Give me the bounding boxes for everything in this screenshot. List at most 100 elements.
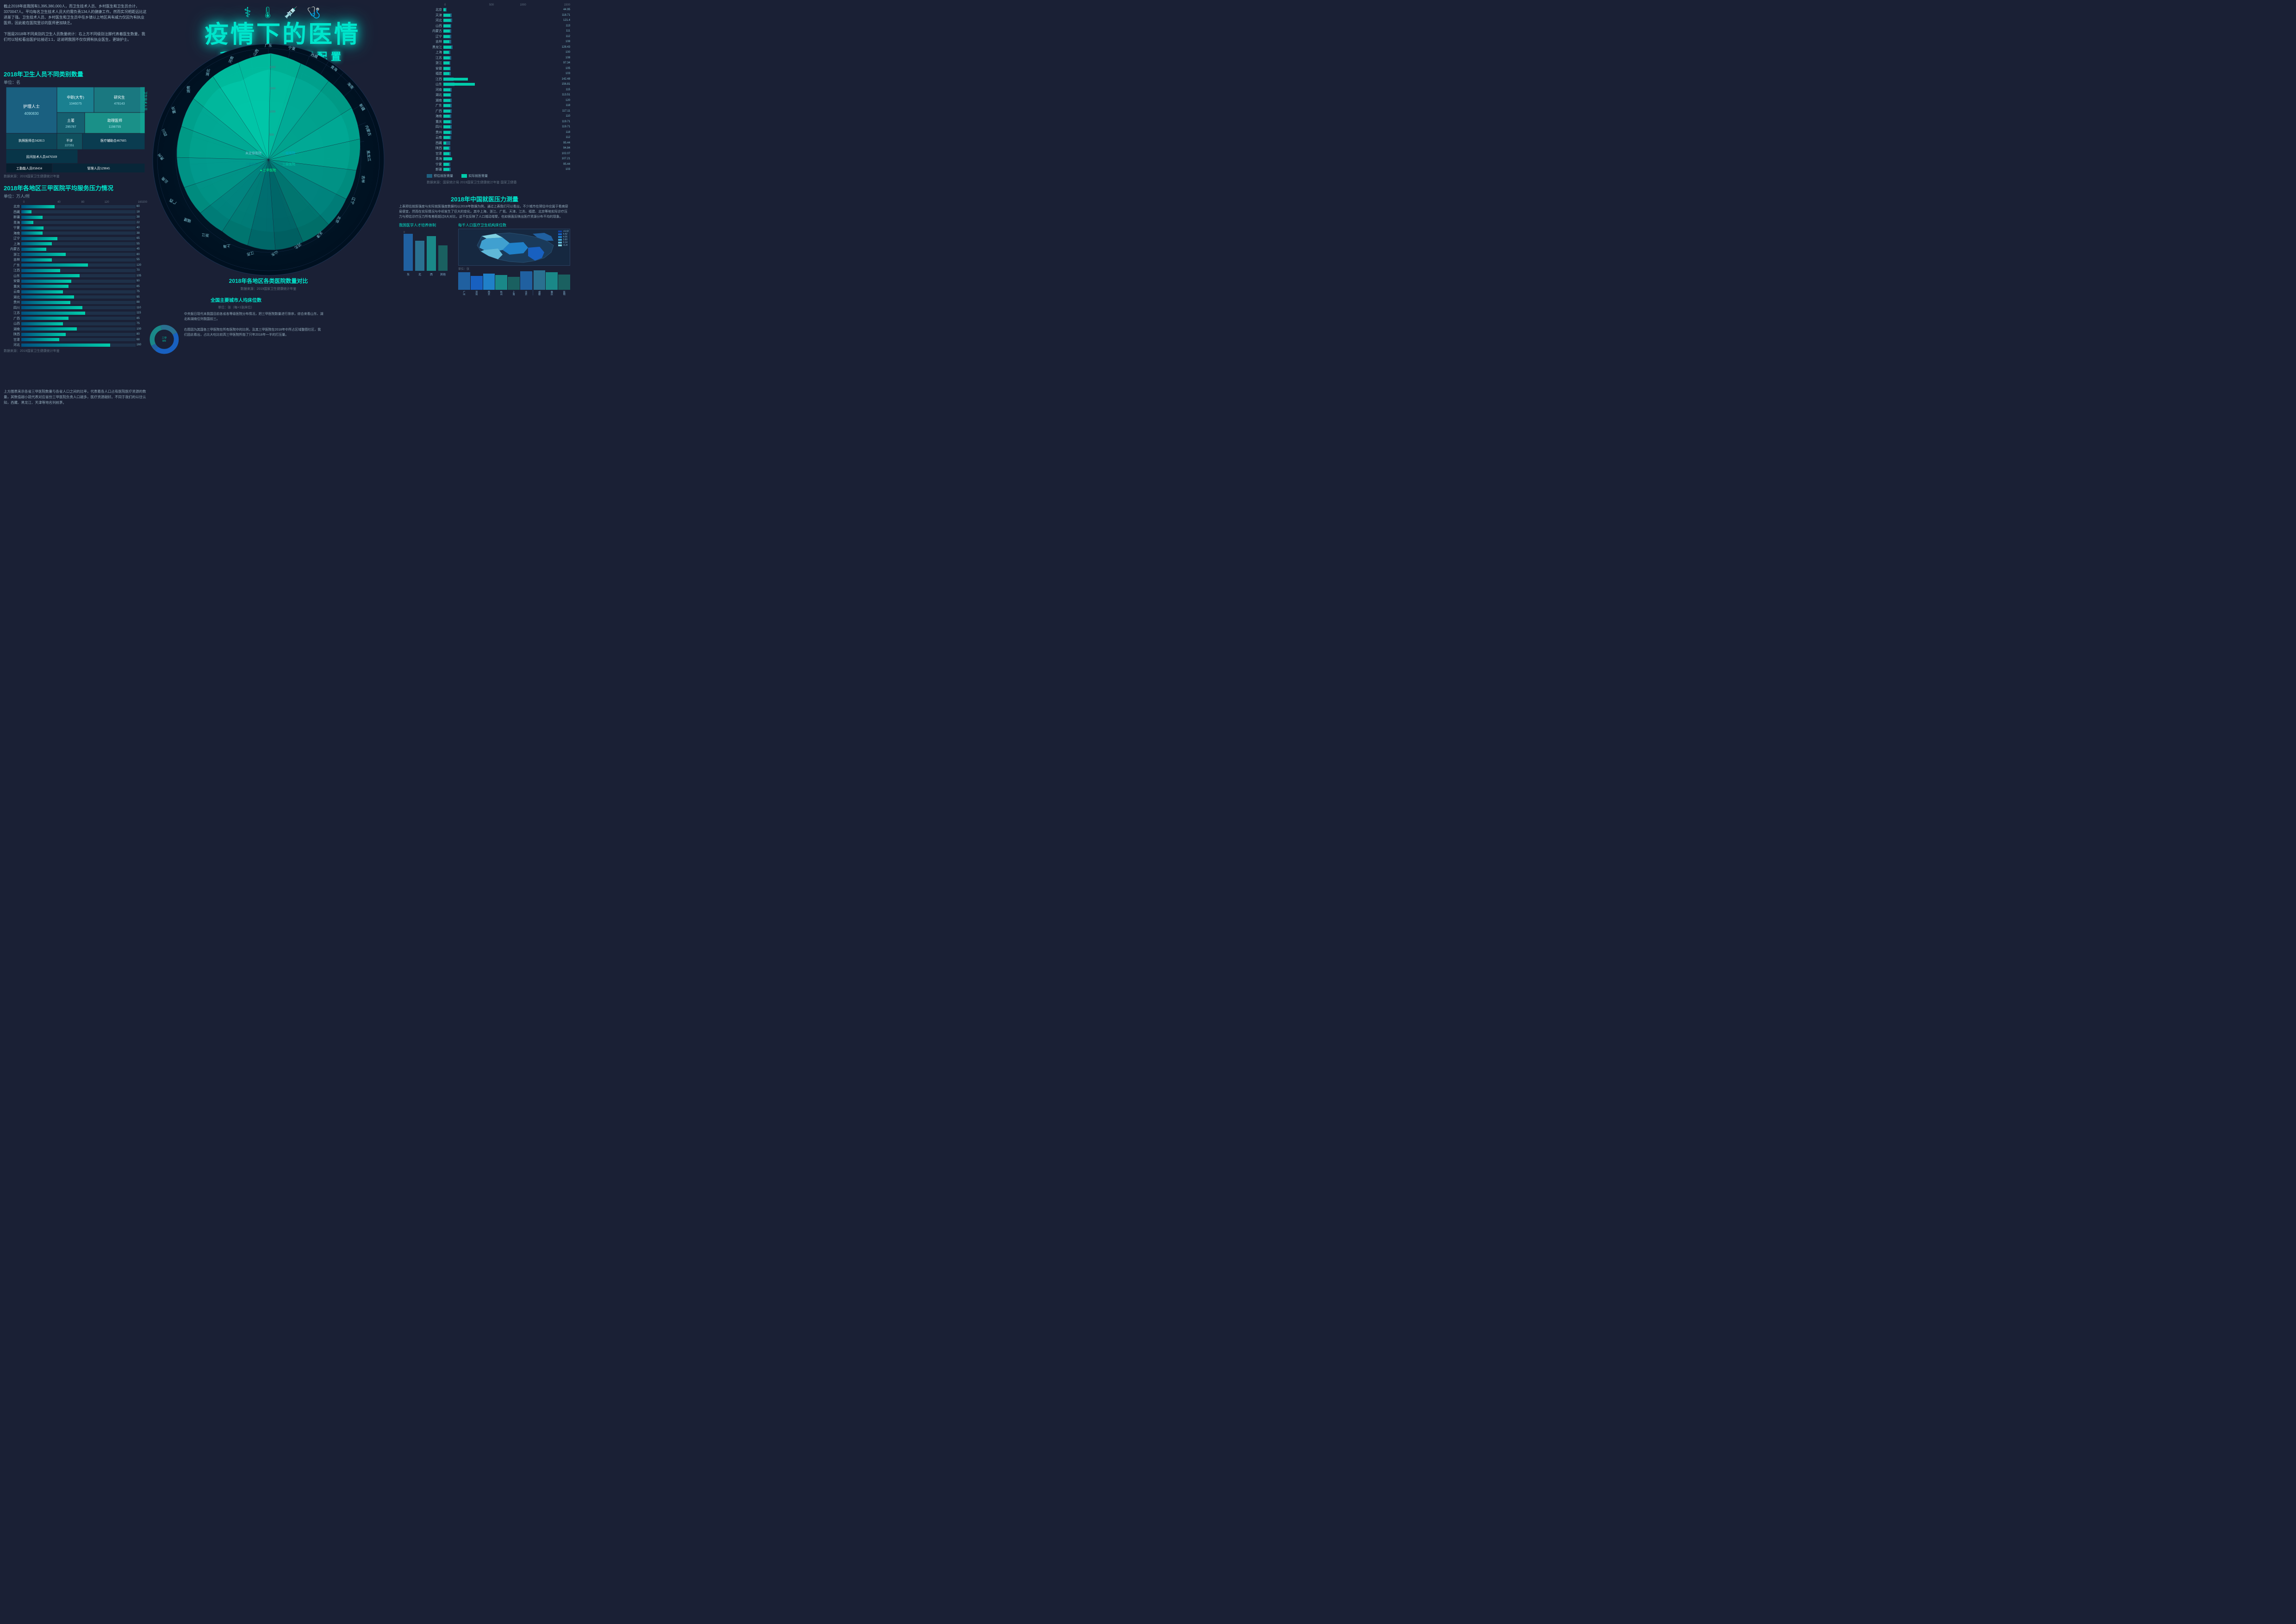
region-bar-row: 安徽 90 [4,279,147,283]
svg-text:● 三甲医院: ● 三甲医院 [260,168,276,172]
left-bars-container: 北京 60 西藏 18 新疆 38 青海 22 宁夏 [4,204,147,347]
region-bar-row: 云南 75 [4,289,147,294]
left-bar-unit: 单位：万人/所 [4,193,147,199]
right-data-source: 数据来源：国家统计局 2019国家卫生健康统计年鉴 国家卫健委 [427,180,570,185]
region-bar-row: 陕西 80 [4,332,147,337]
center-radar-chart: 广东 宁夏 西藏 青海 海南 新疆 内蒙古 黑龙江 吉林 辽宁 北京 天津 河北… [148,39,389,280]
left-bar-source: 数据来源：2019国家卫生健康统计年鉴 [4,349,147,353]
bottom-left-description: 上方图表来示各省三甲医院数量与各省人口之间的比率，代表着各人口占有医院医疗资源的… [4,389,147,406]
region-bar-row: 甘肃 68 [4,337,147,342]
province-row: 陕西 94.84 [427,146,570,150]
legend-actual: 实际就医需量 [461,174,488,178]
region-bar-row: 江西 70 [4,268,147,273]
svg-text:研究生: 研究生 [114,95,125,100]
treemap-source: 数据来源：2019国家卫生健康统计年鉴 [4,174,147,179]
svg-text:西: 西 [430,273,433,276]
region-bar-row: 吉林 55 [4,257,147,262]
svg-text:湖南: 湖南 [186,86,191,93]
svg-text:上海: 上海 [223,244,231,249]
bed-section: 每千人口医疗卫生机构床位数 [458,223,570,295]
svg-text:民间技术人员4476569: 民间技术人员4476569 [26,155,57,159]
province-row: 重庆 119.71 [427,119,570,124]
svg-text:医院: 医院 [162,339,166,342]
china-map: >4.42 4.42 4.06 3.60 3.14 <1.8 [458,229,570,266]
province-row: 广东 118 [427,103,570,108]
province-row: 北京 44.95 [427,7,570,12]
province-row: 河北 121.4 [427,18,570,23]
svg-text:东: 东 [407,273,410,276]
training-title: 我国医学人才培养体制 [399,223,454,228]
pressure-description: 上表预估就医强度与实际就医强度数据均以2018年数据为例，通过上表我们可以看出，… [399,204,570,220]
province-row: 黑龙江 128.43 [427,45,570,50]
svg-text:北: 北 [418,273,421,276]
svg-text:助理医师: 助理医师 [107,118,122,123]
region-bar-row: 江苏 115 [4,311,147,315]
province-row: 江西 142.48 [427,77,570,81]
svg-text:1000: 1000 [269,111,276,113]
svg-text:卫生技术人员: 卫生技术人员 [143,91,147,111]
province-row: 上海 100 [427,50,570,55]
svg-text:295787: 295787 [65,125,76,129]
region-bar-row: 海南 38 [4,231,147,236]
province-row: 湖北 113.51 [427,93,570,97]
svg-text:土著: 土著 [67,118,75,123]
province-row: 安徽 105 [427,66,570,71]
page-container: 截止2018年底我国有1,395,380,000人，而卫生技术人员、乡村医生和卫… [0,0,574,7]
region-bar-row: 湖南 100 [4,327,147,331]
province-bars-container: 北京 44.95 天津 118.71 河北 121.4 山西 [427,7,570,172]
left-bar-title: 2018年各地区三甲医院平均服务压力情况 [4,183,147,192]
province-row: 浙江 97.34 [427,61,570,65]
region-bar-row: 四川 110 [4,306,147,310]
svg-text:管理人员529045: 管理人员529045 [87,166,110,170]
province-row: 青海 107.21 [427,156,570,161]
treemap-title: 2018年卫生人员不同类别数量 [4,69,147,78]
region-bar-row: 青海 22 [4,220,147,225]
svg-text:吉林: 吉林 [361,175,366,183]
training-section: 我国医学人才培养体制 东 北 西 其他 0 [399,223,454,295]
syringe-icon: 💉 [284,6,298,19]
left-bar-section: 2018年各地区三甲医院平均服务压力情况 单位：万人/所 0 40 80 120… [4,183,147,353]
radar-data-source: 数据来源：2019国家卫生健康统计年鉴 [148,287,389,291]
bottom-right-panel: 2018年中国就医压力测量 上表预估就医强度与实际就医强度数据均以2018年数据… [399,194,570,295]
province-row: 吉林 108 [427,39,570,44]
svg-text:1198755: 1198755 [109,125,121,129]
bed-chart-title: 全国主要城市人均床位数 [148,296,324,303]
bed-unit-label: 单位：张（每+1张床位） [148,305,324,310]
svg-text:中职(大专): 中职(大专) [67,95,84,100]
left-panel: 2018年卫生人员不同类别数量 单位：名 护理人士 4090830 中职(大专)… [4,69,147,353]
region-bar-row: 河北 160 [4,343,147,347]
right-panel: 0 500 1000 1500 北京 44.95 天津 118.71 河北 [427,4,570,185]
pressure-title: 2018年中国就医压力测量 [399,194,570,203]
svg-text:执照医师合342813: 执照医师合342813 [19,138,44,143]
region-bar-row: 辽宁 65 [4,236,147,241]
svg-text:三级医院: 三级医院 [282,162,295,166]
province-row: 四川 119.71 [427,125,570,129]
bed-donut-area: 三甲 医院 中央报日现代未我国目前各省各等级医院分布情况，把三甲医院数量进行排序… [148,312,324,367]
province-row: 福建 103 [427,71,570,76]
svg-text:500: 500 [269,134,274,137]
province-row: 贵州 118 [427,130,570,135]
thermometer-icon: 🌡 [261,6,274,19]
region-bar-row: 上海 55 [4,242,147,246]
svg-text:0: 0 [404,231,405,234]
region-bar-row: 贵州 88 [4,300,147,305]
intro-text: 截止2018年底我国有1,395,380,000人，而卫生技术人员、乡村医生和卫… [4,4,147,43]
province-row: 甘肃 102.07 [427,151,570,156]
region-bar-row: 北京 60 [4,204,147,209]
svg-text:1046075: 1046075 [69,102,81,106]
bed-chart-text: 中央报日现代未我国目前各省各等级医院分布情况，把三甲医院数量进行排序，综合来看山… [184,312,324,337]
bottom-charts-row: 我国医学人才培养体制 东 北 西 其他 0 每千人口医疗卫生机构床位数 [399,223,570,295]
province-row: 内蒙古 111 [427,29,570,33]
region-bar-row: 广东 120 [4,263,147,268]
svg-text:478143: 478143 [114,102,124,106]
province-row: 湖南 120 [427,98,570,103]
svg-text:医疗辅助合467605: 医疗辅助合467605 [100,138,126,143]
bed-bars: 广州 深圳 南京 杭州 [458,272,570,295]
svg-text:三甲: 三甲 [162,336,167,339]
province-row: 辽宁 112 [427,34,570,39]
province-row: 河南 115 [427,87,570,92]
bed-section-title: 每千人口医疗卫生机构床位数 [458,223,570,228]
svg-text:护理人士: 护理人士 [23,104,40,109]
svg-text:广东: 广东 [265,43,272,48]
svg-text:二级医院: 二级医院 [245,162,258,166]
